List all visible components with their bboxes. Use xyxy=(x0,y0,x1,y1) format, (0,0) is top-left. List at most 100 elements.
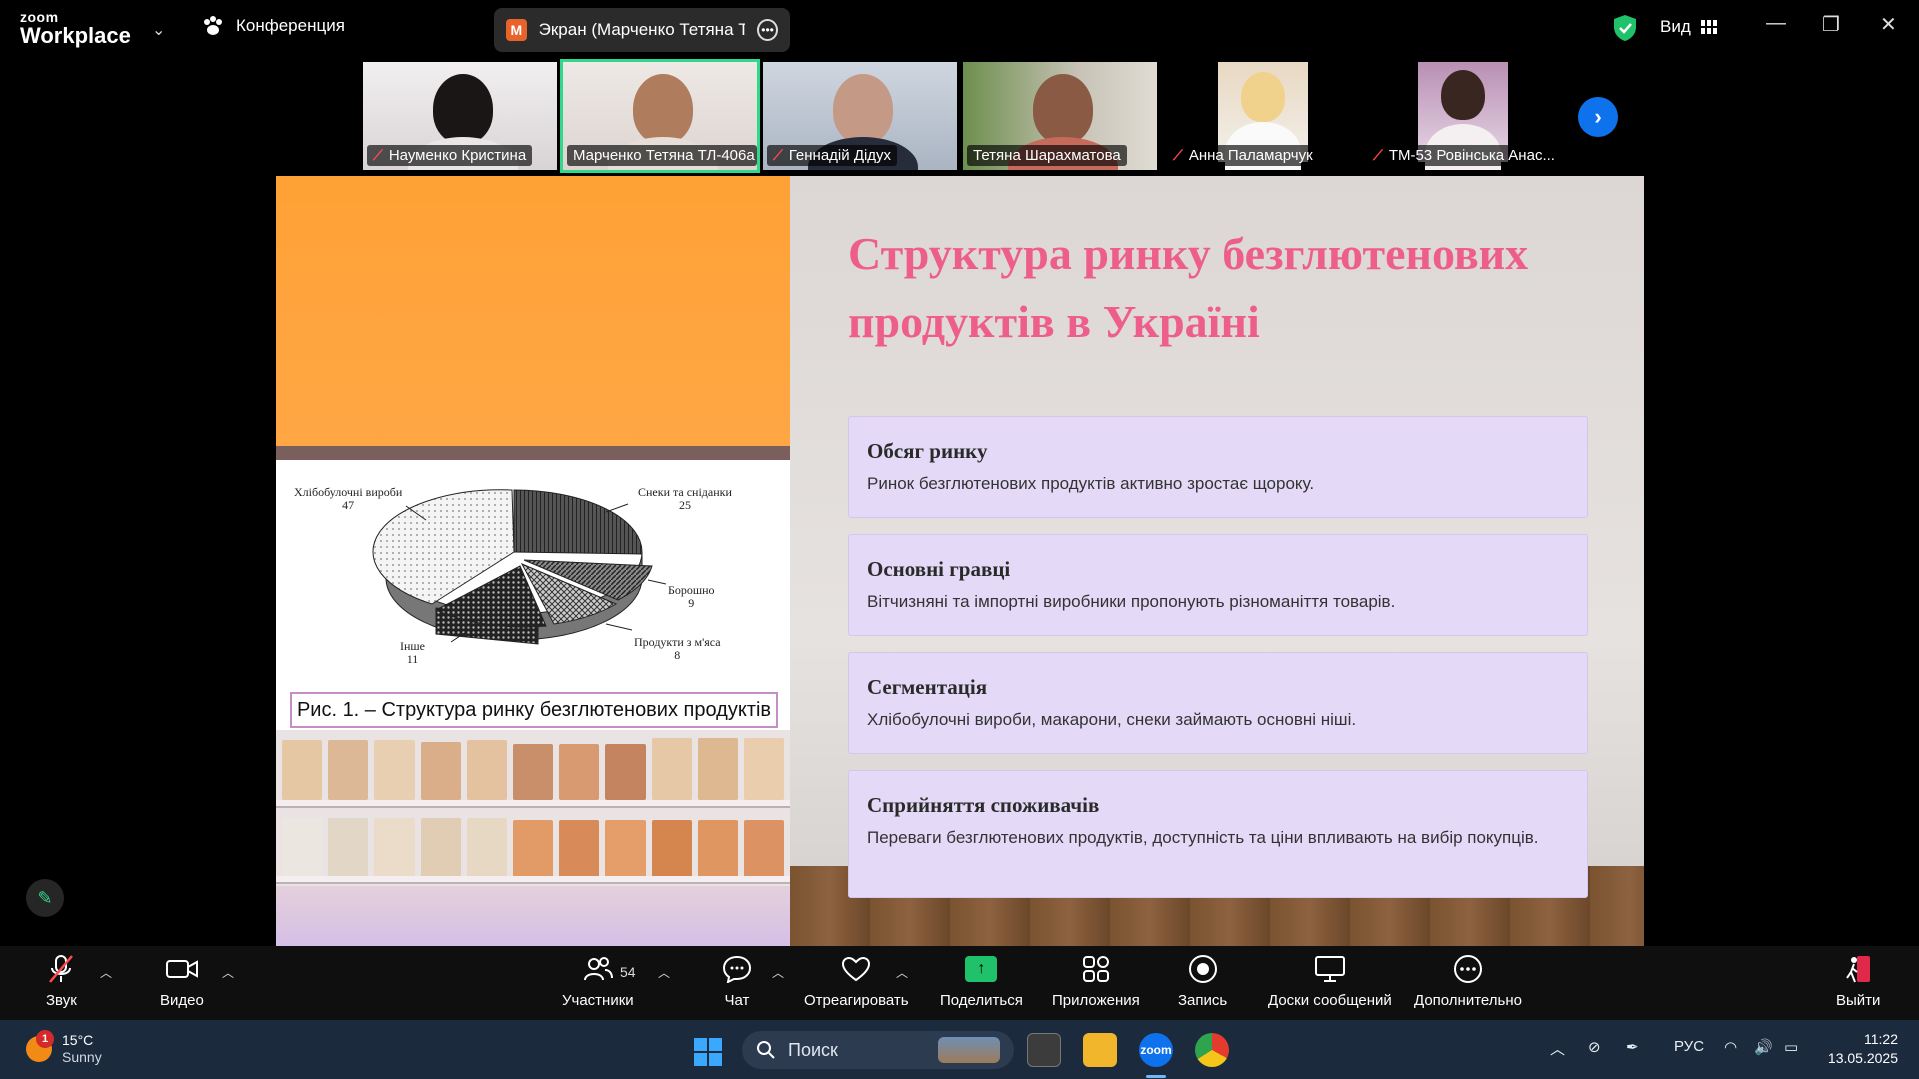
taskbar-search[interactable]: Поиск xyxy=(742,1031,1014,1069)
pie-label-bakery: Хлібобулочні вироби 47 xyxy=(294,485,403,513)
apps-icon xyxy=(1082,956,1109,982)
whiteboard-icon xyxy=(1314,956,1345,982)
apps-button[interactable]: Приложения xyxy=(1052,954,1140,1009)
slide-right-panel: Структура ринку безглютенових продуктів … xyxy=(790,176,1644,946)
more-button[interactable]: Дополнительно xyxy=(1414,954,1522,1009)
volume-icon[interactable]: 🔊 xyxy=(1754,1038,1773,1056)
zoom-logo: zoom Workplace xyxy=(20,9,131,48)
camera-icon xyxy=(165,960,198,978)
participant-name: Анна Паламарчук xyxy=(1188,147,1313,164)
task-view-icon[interactable] xyxy=(1027,1033,1061,1067)
close-icon[interactable]: ✕ xyxy=(1880,12,1897,37)
chrome-icon[interactable] xyxy=(1195,1033,1229,1067)
card-text: Вітчизняні та імпортні виробники пропону… xyxy=(867,592,1396,611)
card-text: Ринок безглютенових продуктів активно зр… xyxy=(867,474,1315,493)
react-button[interactable]: Отреагировать xyxy=(804,954,909,1009)
participant-tile[interactable]: ⟋ ТМ-53 Ровінська Анас... xyxy=(1360,59,1560,173)
participant-name: Науменко Кристина xyxy=(388,147,527,164)
leave-icon xyxy=(1846,956,1871,983)
participant-name: Геннадій Дідух xyxy=(788,147,892,164)
chevron-right-icon: › xyxy=(1594,104,1602,129)
windows-start-icon[interactable] xyxy=(694,1038,722,1066)
language-indicator[interactable]: РУС xyxy=(1674,1038,1704,1055)
screen-share-indicator[interactable]: M Экран (Марченко Тетяна ТЛ-406а) ••• xyxy=(494,8,790,52)
participant-name: Тетяна Шарахматова xyxy=(973,147,1121,164)
share-button[interactable]: ↑ Поделиться xyxy=(940,954,1023,1009)
restore-icon[interactable]: ❐ xyxy=(1822,12,1840,37)
title-bar: zoom Workplace ⌄ Конференция M Экран (Ма… xyxy=(0,0,1919,56)
card-title: Сегментація xyxy=(867,675,988,699)
windows-taskbar: 1 15°C Sunny Поиск zoom ︿ ⊘ ✒ РУС ◠ 🔊 ▭ … xyxy=(0,1020,1919,1079)
card-title: Сприйняття споживачів xyxy=(867,793,1100,817)
mic-muted-icon: ⟋ xyxy=(1373,147,1383,163)
slide-title: Структура ринку безглютенових продуктів … xyxy=(848,228,1529,347)
more-icon[interactable]: ••• xyxy=(757,19,778,41)
participants-icon xyxy=(583,957,613,981)
annotate-pencil-icon[interactable]: ✎ xyxy=(26,879,64,917)
zoom-app-icon[interactable]: zoom xyxy=(1139,1033,1173,1067)
pie-label-meat: Продукти з м'яса 8 xyxy=(634,635,721,663)
record-icon xyxy=(1188,955,1217,983)
search-icon xyxy=(757,1041,775,1059)
chat-icon xyxy=(722,955,752,983)
file-explorer-icon[interactable] xyxy=(1083,1033,1117,1067)
system-clock[interactable]: 11:22 13.05.2025 xyxy=(1824,1030,1898,1068)
sharer-avatar: M xyxy=(506,19,527,41)
network-off-icon[interactable]: ⊘ xyxy=(1588,1038,1601,1056)
participant-tile[interactable]: ⟋ Геннадій Дідух xyxy=(760,59,960,173)
chat-options-caret[interactable]: ︿ xyxy=(772,964,784,981)
participant-strip: ⟋ Науменко Кристина Марченко Тетяна ТЛ-40… xyxy=(360,59,1560,173)
active-app-indicator xyxy=(1146,1075,1166,1078)
meeting-toolbar: Звук ︿ Видео ︿ Участники 54 ︿ Чат ︿ Отре… xyxy=(0,946,1919,1020)
participant-tile[interactable]: Тетяна Шарахматова xyxy=(960,59,1160,173)
card-title: Обсяг ринку xyxy=(867,439,988,463)
record-button[interactable]: Запись xyxy=(1178,954,1227,1009)
more-icon xyxy=(1453,955,1482,983)
grid-icon xyxy=(1700,20,1717,34)
info-card: Сприйняття споживачів Переваги безглютен… xyxy=(848,770,1588,898)
audio-button[interactable]: Звук xyxy=(46,954,77,1009)
react-options-caret[interactable]: ︿ xyxy=(896,964,908,981)
battery-icon[interactable]: ▭ xyxy=(1784,1038,1798,1056)
chat-button[interactable]: Чат xyxy=(722,954,752,1009)
card-title: Основні гравці xyxy=(867,557,1011,581)
next-page-button[interactable]: › xyxy=(1578,97,1618,137)
shelf-photo: Хлібобулочні вироби 47 Снеки та сніданки 2… xyxy=(276,446,790,946)
participant-tile[interactable]: ⟋ Науменко Кристина xyxy=(360,59,560,173)
minimize-icon[interactable]: — xyxy=(1766,12,1786,35)
card-text: Переваги безглютенових продуктів, доступ… xyxy=(867,828,1539,847)
weather-widget[interactable]: 1 15°C Sunny xyxy=(26,1029,102,1066)
audio-options-caret[interactable]: ︿ xyxy=(100,964,112,981)
participant-tile-active-speaker[interactable]: Марченко Тетяна ТЛ-406а xyxy=(560,59,760,173)
whiteboards-button[interactable]: Доски сообщений xyxy=(1268,954,1392,1009)
shared-screen: Хлібобулочні вироби 47 Снеки та сніданки 2… xyxy=(276,176,1644,946)
chevron-down-icon[interactable]: ⌄ xyxy=(152,20,165,40)
share-screen-icon: ↑ xyxy=(965,956,998,982)
leave-button[interactable]: Выйти xyxy=(1836,954,1880,1009)
info-card: Сегментація Хлібобулочні вироби, макарон… xyxy=(848,652,1588,754)
meeting-info-button[interactable]: Конференция xyxy=(202,16,345,36)
participant-name: ТМ-53 Ровінська Анас... xyxy=(1388,147,1555,164)
video-button[interactable]: Видео xyxy=(160,954,204,1009)
figure-caption: Рис. 1. – Структура ринку безглютенових … xyxy=(290,692,778,728)
mic-muted-icon: ⟋ xyxy=(373,147,383,163)
participants-options-caret[interactable]: ︿ xyxy=(658,964,670,981)
pie-label-other: Інше 11 xyxy=(400,639,425,667)
participant-name: Марченко Тетяна ТЛ-406а xyxy=(573,147,755,164)
paw-icon xyxy=(204,16,222,35)
video-options-caret[interactable]: ︿ xyxy=(222,964,234,981)
participant-tile[interactable]: ⟋ Анна Паламарчук xyxy=(1160,59,1360,173)
info-card: Обсяг ринку Ринок безглютенових продукті… xyxy=(848,416,1588,518)
shield-icon[interactable] xyxy=(1612,14,1638,42)
slide-left-panel: Хлібобулочні вироби 47 Снеки та сніданки 2… xyxy=(276,176,790,946)
mic-muted-icon: ⟋ xyxy=(1173,147,1183,163)
info-card: Основні гравці Вітчизняні та імпортні ви… xyxy=(848,534,1588,636)
participants-count: 54 xyxy=(620,964,636,980)
participants-button[interactable]: Участники xyxy=(562,954,634,1009)
wifi-icon[interactable]: ◠ xyxy=(1724,1038,1737,1056)
share-label: Экран (Марченко Тетяна ТЛ-406а) xyxy=(538,20,746,39)
pie-chart-figure: Хлібобулочні вироби 47 Снеки та сніданки 2… xyxy=(276,460,790,730)
view-button[interactable]: Вид xyxy=(1660,17,1717,37)
chevron-up-icon[interactable]: ︿ xyxy=(1550,1038,1565,1059)
pen-icon[interactable]: ✒ xyxy=(1626,1038,1639,1056)
